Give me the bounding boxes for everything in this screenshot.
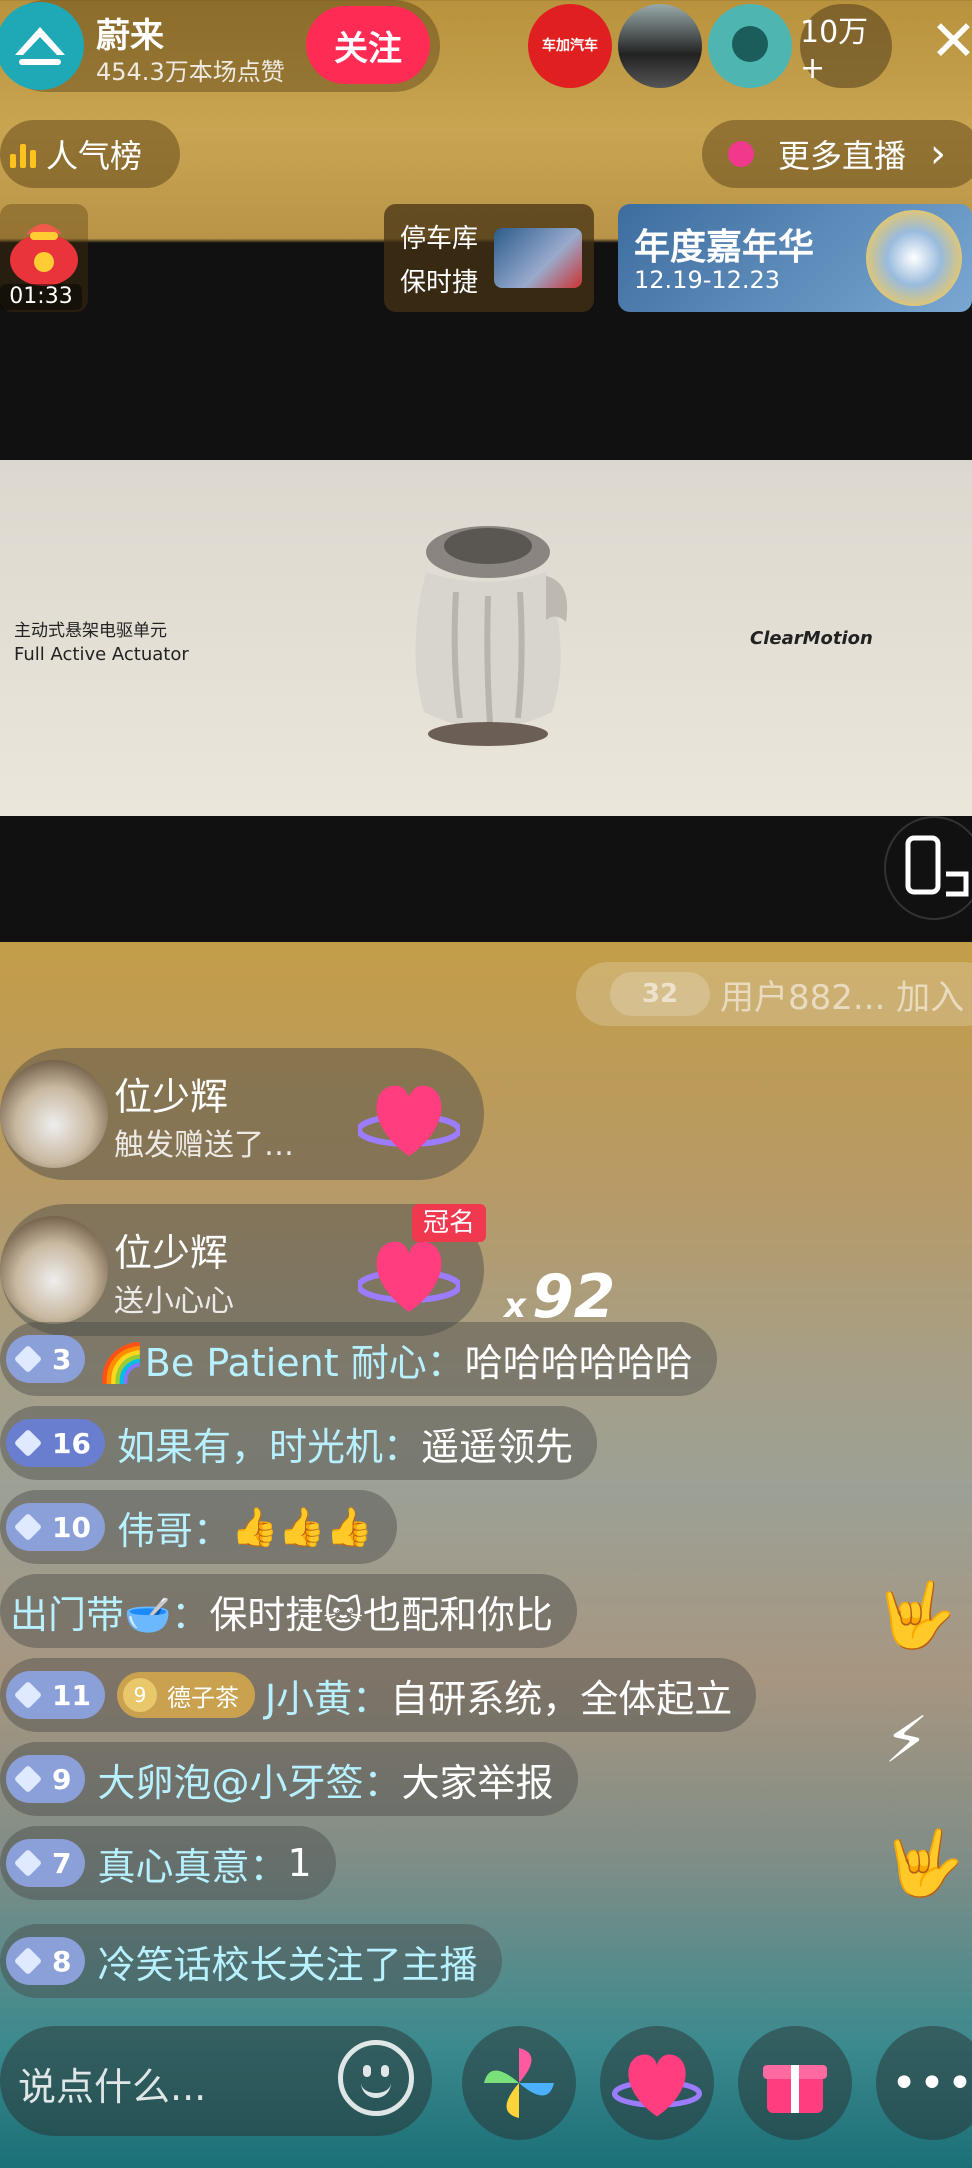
pinwheel-icon bbox=[484, 2048, 554, 2118]
chat-message[interactable]: 出门带🥣： 保时捷🐱也配和你比 bbox=[0, 1574, 577, 1648]
chat-username[interactable]: 真心真意： bbox=[97, 1836, 287, 1891]
emoji-icon[interactable] bbox=[338, 2040, 414, 2116]
video-frame: 主动式悬架电驱单元 Full Active Actuator ClearMoti… bbox=[0, 460, 972, 816]
user-level-badge: 10 bbox=[6, 1503, 105, 1551]
fan-level-icon: 9 bbox=[122, 1678, 157, 1712]
car-thumbnail bbox=[494, 228, 582, 288]
chat-message[interactable]: 10 伟哥： 👍👍👍 bbox=[0, 1490, 397, 1564]
nio-logo-icon bbox=[15, 27, 65, 65]
rock-hand-icon: 🤟 bbox=[884, 1827, 964, 1901]
join-level-badge: 32 bbox=[610, 972, 710, 1016]
viewer-avatar[interactable]: 车加汽车 bbox=[528, 4, 612, 88]
viewer-count[interactable]: 10万+ bbox=[800, 4, 892, 88]
rotate-phone-icon bbox=[905, 835, 969, 897]
pinwheel-button[interactable] bbox=[462, 2026, 576, 2140]
gift-sender-name: 位少辉 bbox=[114, 1231, 229, 1275]
more-live-button[interactable]: 更多直播 › bbox=[702, 120, 972, 188]
chat-username[interactable]: 伟哥： bbox=[117, 1500, 231, 1555]
user-avatar[interactable] bbox=[0, 1216, 108, 1324]
viewer-avatar[interactable] bbox=[708, 4, 792, 88]
chat-text: 1 bbox=[287, 1841, 312, 1885]
gift-sender-name: 位少辉 bbox=[114, 1075, 229, 1119]
user-avatar[interactable] bbox=[0, 1060, 108, 1168]
live-dot-icon bbox=[728, 141, 754, 167]
chat-message[interactable]: 9 大卵泡@小牙签： 大家举报 bbox=[0, 1742, 578, 1816]
garage-banner[interactable]: 停车库 保时捷 bbox=[384, 204, 594, 312]
chat-username[interactable]: 出门带🥣： bbox=[10, 1584, 209, 1639]
heart-gift-button[interactable] bbox=[600, 2026, 714, 2140]
actuator-image bbox=[415, 526, 568, 746]
diamond-icon bbox=[13, 1946, 43, 1976]
viewer-avatar[interactable] bbox=[618, 4, 702, 88]
video-caption-cn: 主动式悬架电驱单元 bbox=[14, 621, 167, 641]
gift-countdown: 01:33 bbox=[0, 284, 82, 310]
diamond-icon bbox=[13, 1428, 43, 1458]
host-name: 蔚来 bbox=[96, 16, 164, 56]
lightning-icon: ⚡ bbox=[884, 1704, 929, 1778]
diamond-icon bbox=[13, 1344, 43, 1374]
chevron-right-icon: › bbox=[930, 131, 947, 177]
user-level-badge: 3 bbox=[6, 1335, 86, 1383]
join-text: 用户882... 加入 bbox=[720, 977, 965, 1018]
user-level-badge: 7 bbox=[6, 1839, 86, 1887]
clearmotion-logo: ClearMotion bbox=[750, 628, 873, 649]
chat-username[interactable]: J小黄： bbox=[265, 1668, 390, 1723]
chat-message[interactable]: 7 真心真意： 1 bbox=[0, 1826, 336, 1900]
more-icon: ••• bbox=[891, 2057, 972, 2109]
user-level-badge: 8 bbox=[6, 1937, 86, 1985]
carnival-title: 年度嘉年华 bbox=[634, 227, 815, 268]
chat-message[interactable]: 16 如果有，时光机： 遥遥领先 bbox=[0, 1406, 597, 1480]
rotate-screen-button[interactable] bbox=[884, 816, 972, 920]
chat-text: 关注了主播 bbox=[287, 1942, 478, 1987]
chat-text: 遥遥领先 bbox=[420, 1424, 573, 1469]
heart-gift-icon bbox=[358, 1085, 460, 1156]
user-level-badge: 9 bbox=[6, 1755, 86, 1803]
popularity-rank-button[interactable]: 人气榜 bbox=[0, 120, 180, 188]
chat-text: 哈哈哈哈哈哈 bbox=[464, 1340, 693, 1385]
gift-description: 送小心心 bbox=[114, 1284, 234, 1319]
garage-subtitle: 保时捷 bbox=[400, 268, 479, 298]
bar-chart-icon bbox=[10, 140, 36, 168]
video-caption-en: Full Active Actuator bbox=[14, 644, 189, 665]
gift-event-card[interactable]: 位少辉 触发赠送了… bbox=[0, 1048, 484, 1180]
comment-placeholder: 说点什么... bbox=[18, 2065, 207, 2109]
diamond-icon bbox=[13, 1680, 43, 1710]
host-avatar[interactable] bbox=[0, 2, 84, 90]
chat-text: 大家举报 bbox=[401, 1760, 554, 1805]
diamond-icon bbox=[13, 1764, 43, 1794]
chat-text: 👍👍👍 bbox=[230, 1504, 373, 1549]
title-sponsor-tag: 冠名 bbox=[412, 1204, 486, 1242]
rock-hand-icon: 🤟 bbox=[876, 1579, 956, 1653]
chat-username[interactable]: 大卵泡@小牙签： bbox=[97, 1752, 401, 1807]
host-likes: 454.3万本场点赞 bbox=[96, 58, 285, 86]
carnival-dates: 12.19-12.23 bbox=[634, 266, 781, 294]
chat-username[interactable]: 冷笑话校长 bbox=[97, 1934, 287, 1989]
fan-club-badge: 9 德子茶 bbox=[116, 1672, 255, 1718]
garage-title: 停车库 bbox=[400, 224, 479, 254]
follow-button[interactable]: 关注 bbox=[306, 6, 430, 84]
heart-icon bbox=[612, 2054, 702, 2117]
diamond-icon bbox=[13, 1512, 43, 1542]
chat-message[interactable]: 8 冷笑话校长 关注了主播 bbox=[0, 1924, 502, 1998]
user-level-badge: 11 bbox=[6, 1671, 105, 1719]
carnival-banner[interactable]: 年度嘉年华 12.19-12.23 bbox=[618, 204, 972, 312]
chat-text: 自研系统，全体起立 bbox=[390, 1676, 733, 1721]
gift-icon bbox=[763, 2065, 827, 2113]
close-icon[interactable]: ✕ bbox=[930, 10, 972, 74]
chat-message[interactable]: 3 🌈Be Patient 耐心： 哈哈哈哈哈哈 bbox=[0, 1322, 717, 1396]
join-notice: 32 用户882... 加入 bbox=[576, 962, 972, 1026]
chat-text: 保时捷🐱也配和你比 bbox=[209, 1592, 553, 1637]
chat-message[interactable]: 11 9 德子茶 J小黄： 自研系统，全体起立 bbox=[0, 1658, 757, 1732]
gift-bag-icon bbox=[10, 224, 78, 286]
gift-button[interactable] bbox=[738, 2026, 852, 2140]
comment-input[interactable]: 说点什么... bbox=[0, 2026, 432, 2136]
tiktok-badge-icon bbox=[866, 210, 962, 306]
chat-username[interactable]: 🌈Be Patient 耐心： bbox=[97, 1332, 464, 1387]
chat-username[interactable]: 如果有，时光机： bbox=[117, 1416, 421, 1471]
user-level-badge: 16 bbox=[6, 1419, 105, 1467]
gift-description: 触发赠送了… bbox=[114, 1128, 294, 1163]
diamond-icon bbox=[13, 1848, 43, 1878]
